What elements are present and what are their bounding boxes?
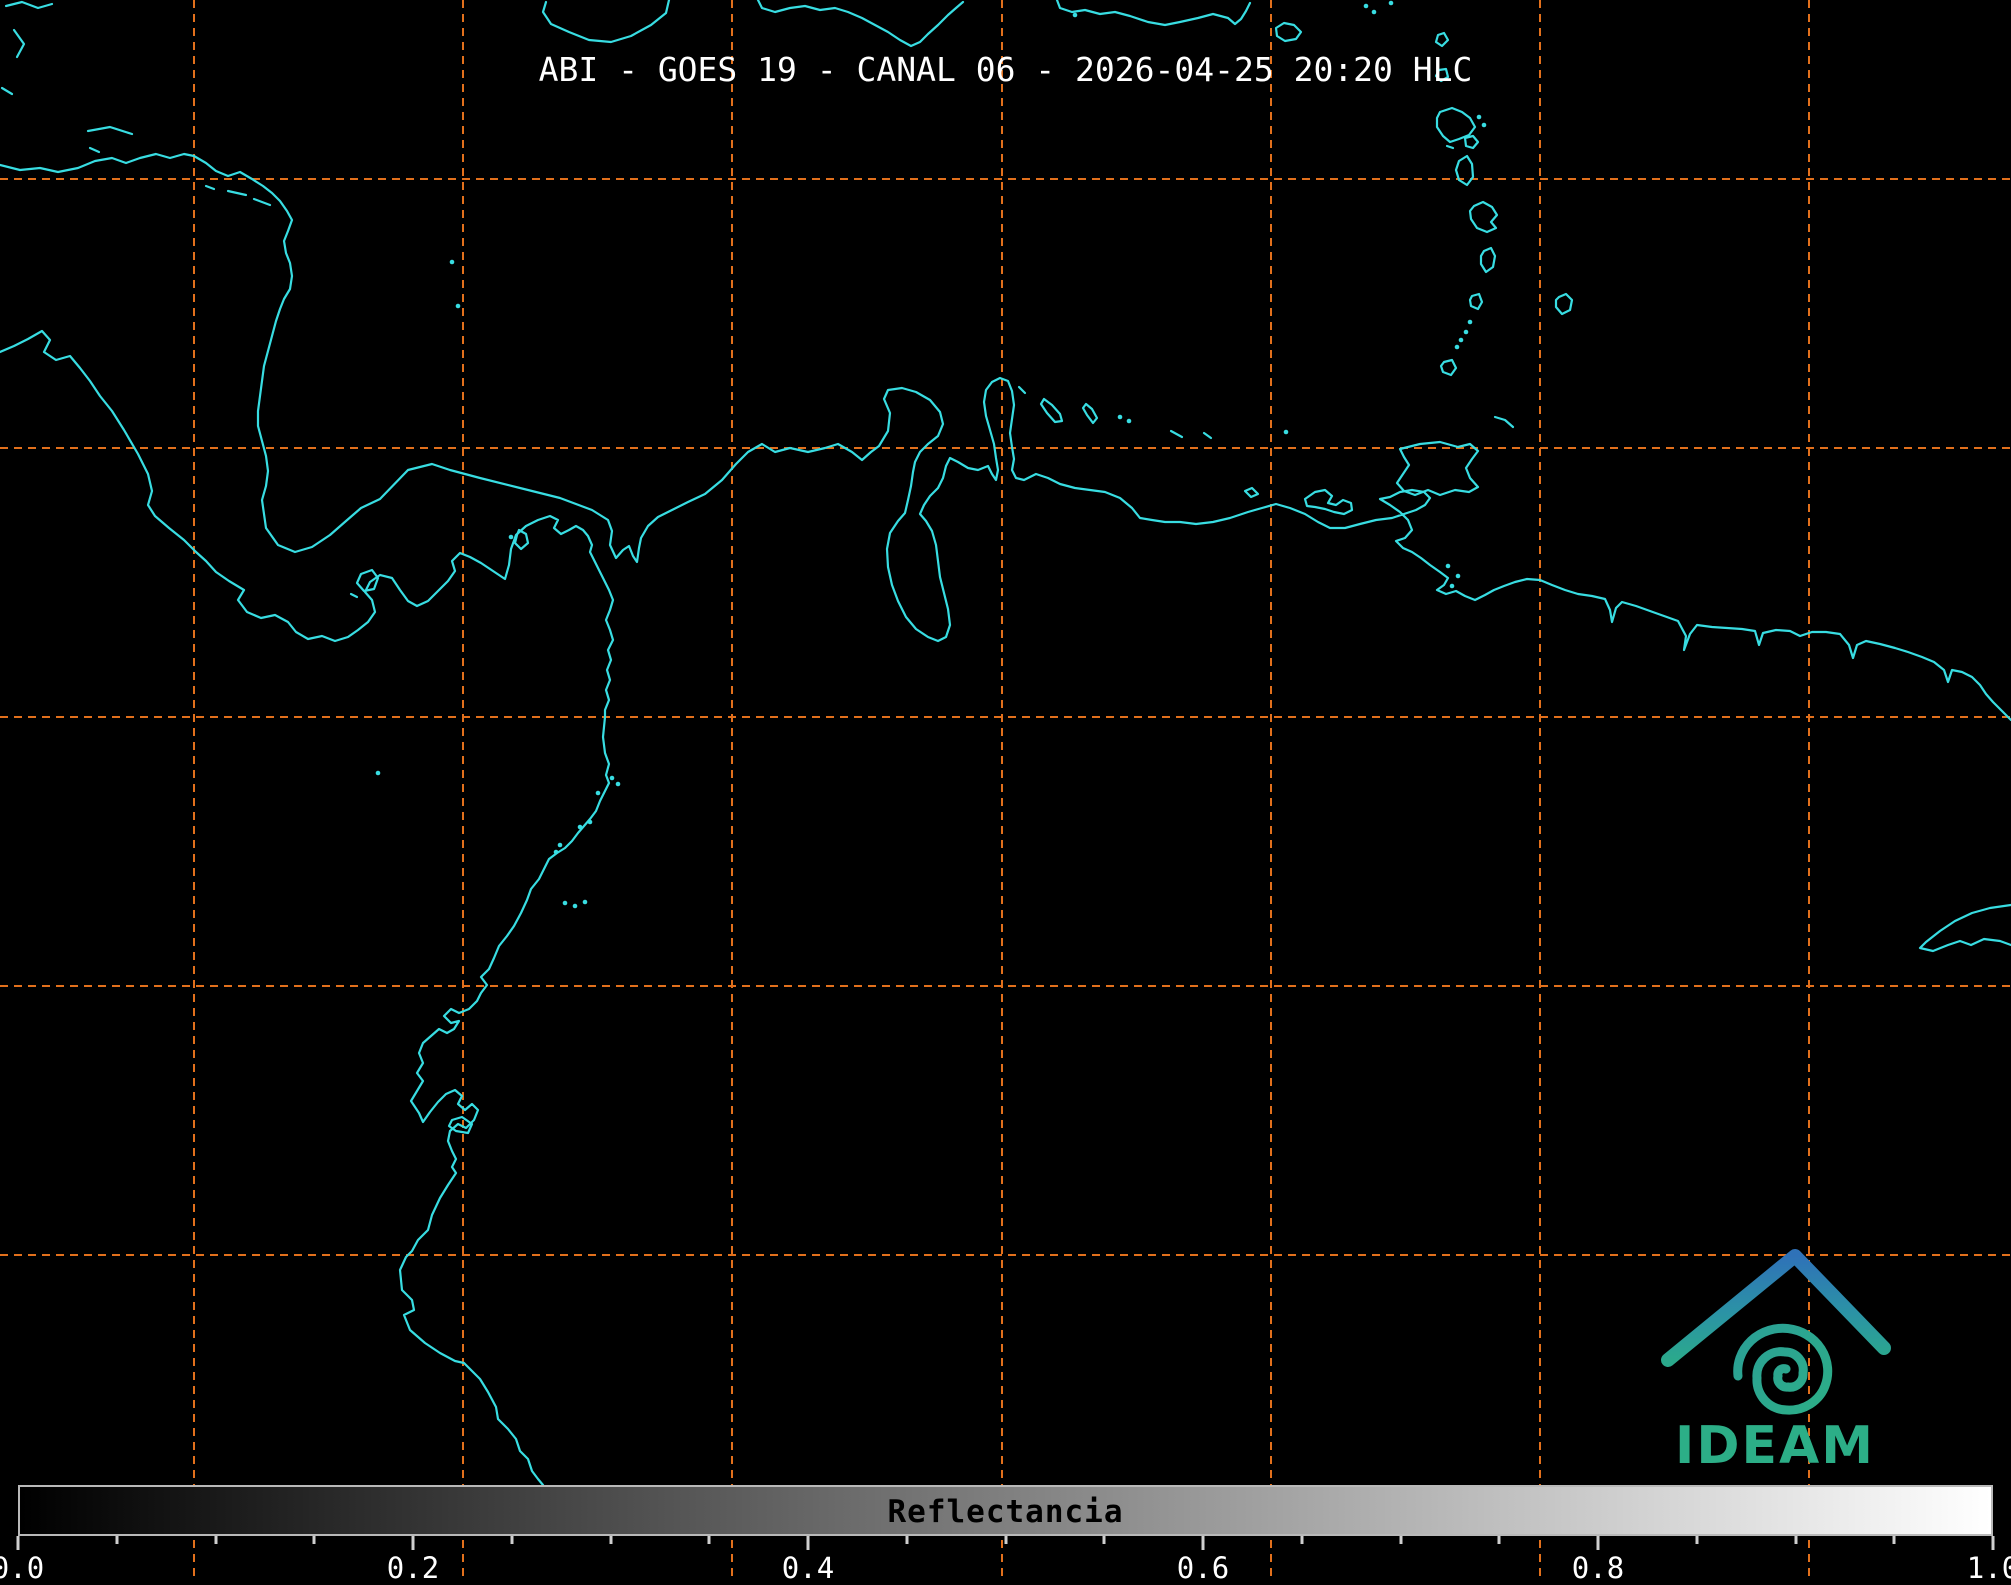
reflectance-colorbar: Reflectancia <box>18 1485 1993 1536</box>
colorbar-major-tick <box>16 1536 20 1550</box>
islet-dot <box>508 534 514 540</box>
islet-dot <box>577 824 583 830</box>
colorbar-major-tick <box>411 1536 415 1550</box>
islet-dot <box>1463 329 1469 335</box>
mountain-roof-icon <box>1661 1249 1891 1367</box>
islet-dot <box>557 842 563 848</box>
islet-dot <box>1455 573 1461 579</box>
islet-dot <box>1445 563 1451 569</box>
page-title: ABI - GOES 19 - CANAL 06 - 2026-04-25 20… <box>538 50 1473 89</box>
colorbar-minor-tick <box>1497 1536 1501 1544</box>
colorbar-major-tick <box>806 1536 810 1550</box>
colorbar-major-tick <box>1201 1536 1205 1550</box>
satellite-image-viewer: { "main": { "title": "ABI - GOES 19 - CA… <box>0 0 2011 1585</box>
colorbar-minor-tick <box>214 1536 217 1544</box>
colorbar-minor-tick <box>1695 1536 1699 1544</box>
colorbar-minor-tick <box>1102 1536 1106 1544</box>
colorbar-minor-tick <box>1300 1536 1304 1544</box>
colorbar-minor-tick <box>609 1536 612 1544</box>
colorbar-minor-tick <box>1892 1536 1896 1544</box>
islet-dot <box>455 303 461 309</box>
islet-dot <box>375 770 381 776</box>
colorbar-minor-tick <box>707 1536 711 1544</box>
islet-dot <box>1458 337 1464 343</box>
colorbar-minor-tick <box>312 1536 316 1544</box>
colorbar-label: Reflectancia <box>887 1494 1124 1530</box>
islet-dot <box>615 781 621 787</box>
islet-dot <box>1072 12 1078 18</box>
islet-dot <box>609 775 615 781</box>
islet-dot <box>562 900 568 906</box>
colorbar-tick-label: 1.0 <box>1966 1551 2011 1585</box>
islet-dot <box>587 819 593 825</box>
islet-dot <box>1126 418 1132 424</box>
islet-dot <box>553 849 559 855</box>
ideam-logo-text: IDEAM <box>1675 1416 1875 1476</box>
colorbar-major-tick <box>1596 1536 1600 1550</box>
islet-dot <box>1283 429 1289 435</box>
islet-dot <box>1467 319 1473 325</box>
islet-dot <box>449 259 455 265</box>
islet-dot <box>1449 583 1455 589</box>
islet-dot <box>1363 3 1369 9</box>
islet-dot <box>1454 344 1460 350</box>
ideam-logo: IDEAM <box>1661 1249 1891 1476</box>
colorbar-minor-tick <box>510 1536 514 1544</box>
islet-dot <box>1476 114 1482 120</box>
colorbar-tick-label: 0.6 <box>1176 1551 1230 1585</box>
hurricane-spiral-icon <box>1733 1323 1833 1415</box>
islet-dot <box>1388 0 1394 6</box>
islet-dot <box>1481 122 1487 128</box>
colorbar-major-tick <box>1991 1536 1995 1550</box>
colorbar-minor-tick <box>1794 1536 1797 1544</box>
colorbar-minor-tick <box>115 1536 119 1544</box>
islet-dot <box>1371 9 1377 15</box>
colorbar-axis: 0.0 0.2 0.4 0.6 0.8 1.0 <box>0 1536 2011 1585</box>
colorbar-minor-tick <box>905 1536 909 1544</box>
colorbar-tick-label: 0.2 <box>386 1551 440 1585</box>
islet-dot <box>595 790 601 796</box>
islet-dot <box>582 899 588 905</box>
colorbar-minor-tick <box>1399 1536 1402 1544</box>
colorbar-tick-label: 0.0 <box>0 1551 45 1585</box>
islet-dot <box>1117 414 1123 420</box>
islet-dot <box>572 903 578 909</box>
colorbar-minor-tick <box>1004 1536 1007 1544</box>
colorbar-tick-label: 0.4 <box>781 1551 835 1585</box>
colorbar-tick-label: 0.8 <box>1571 1551 1625 1585</box>
